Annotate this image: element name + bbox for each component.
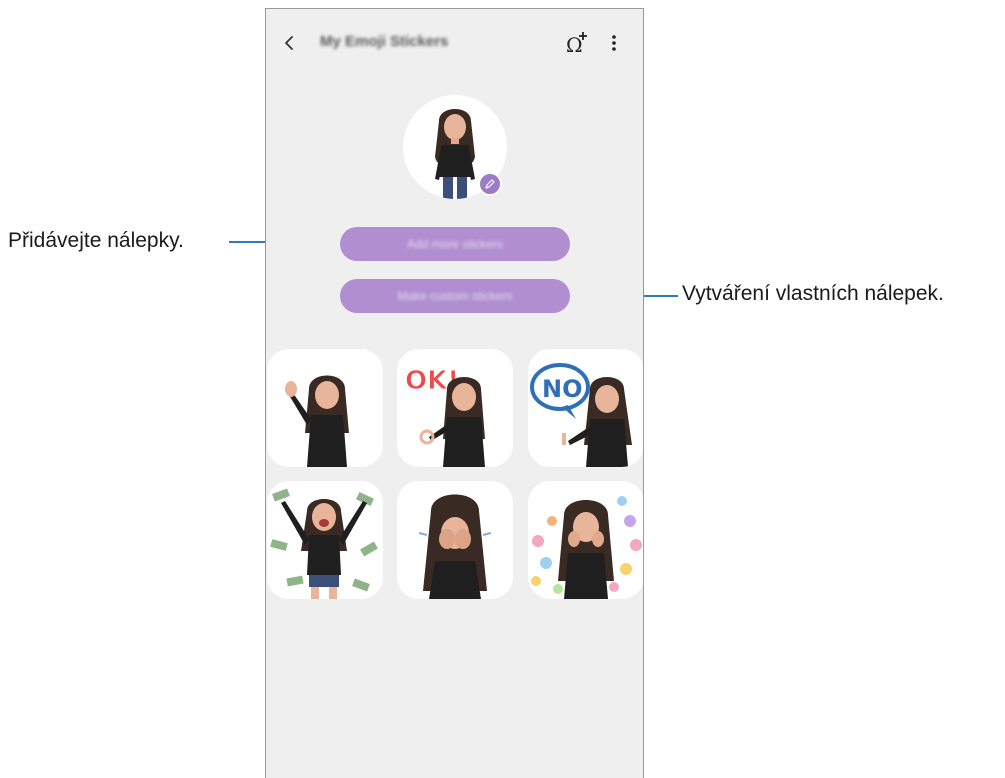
- back-button[interactable]: [278, 31, 300, 55]
- sticker-no-art: NO: [530, 363, 632, 467]
- add-stickers-label: Add more stickers: [406, 237, 504, 251]
- sticker-no-text: NO: [542, 375, 583, 403]
- pencil-icon: [485, 179, 495, 189]
- sticker-wave[interactable]: [267, 349, 383, 467]
- sticker-ok-art: OK!: [405, 366, 485, 467]
- add-emoji-button[interactable]: Ω: [564, 30, 590, 56]
- phone-screen: My Emoji Stickers Ω Add more stickers Ma…: [265, 8, 644, 778]
- more-options-button[interactable]: [606, 30, 622, 56]
- sticker-facepalm-art: [418, 494, 492, 599]
- sticker-ok[interactable]: OK!: [397, 349, 513, 467]
- sticker-hearts[interactable]: [528, 481, 643, 599]
- make-custom-stickers-label: Make custom stickers: [397, 289, 513, 303]
- chevron-left-icon: [285, 36, 293, 50]
- sticker-hearts-art: [531, 496, 642, 599]
- make-custom-stickers-button[interactable]: Make custom stickers: [340, 279, 570, 313]
- omega-plus-icon: Ω: [566, 32, 587, 56]
- edit-avatar-button[interactable]: [478, 172, 502, 196]
- more-vert-icon: [612, 35, 616, 51]
- sticker-no[interactable]: NO: [528, 349, 643, 467]
- sticker-wave-art: [285, 375, 349, 467]
- page-title: My Emoji Stickers: [320, 33, 449, 50]
- callout-add-stickers: Přidávejte nálepky.: [8, 229, 184, 252]
- sticker-money[interactable]: [267, 481, 383, 599]
- callout-make-custom-stickers: Vytváření vlastních nálepek.: [682, 282, 944, 305]
- app-bar: My Emoji Stickers Ω: [266, 9, 643, 79]
- add-stickers-button[interactable]: Add more stickers: [340, 227, 570, 261]
- sticker-money-art: [270, 488, 378, 599]
- sticker-facepalm[interactable]: [397, 481, 513, 599]
- manual-illustration: Přidávejte nálepky. Vytváření vlastních …: [0, 0, 1005, 778]
